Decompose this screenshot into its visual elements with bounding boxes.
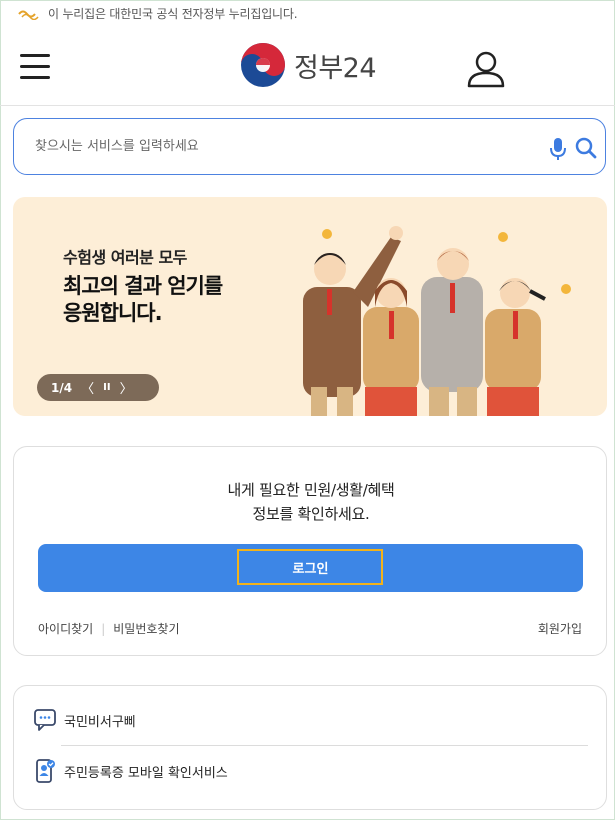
link-separator: | xyxy=(101,621,106,636)
official-notice-bar: 이 누리집은 대한민국 공식 전자정부 누리집입니다. xyxy=(0,0,615,27)
services-card: 국민비서구삐 주민등록증 모바일 확인서비스 xyxy=(13,685,607,810)
login-message-line-1: 내게 필요한 민원/생활/혜택 xyxy=(227,481,395,499)
government-mark-icon xyxy=(18,10,39,20)
signup-link[interactable]: 회원가입 xyxy=(538,620,582,637)
search-box xyxy=(13,118,606,175)
notice-text: 이 누리집은 대한민국 공식 전자정부 누리집입니다. xyxy=(48,7,298,21)
banner-pager: 1/4 〈 II 〉 xyxy=(37,374,159,401)
find-id-link[interactable]: 아이디찾기 xyxy=(38,620,93,637)
service-label: 국민비서구삐 xyxy=(64,714,136,730)
header: 정부24 xyxy=(0,27,615,106)
logo-text: 정부24 xyxy=(294,52,377,84)
next-slide-button[interactable]: 〉 xyxy=(120,378,133,397)
slide-counter: 1/4 xyxy=(51,380,73,395)
user-icon[interactable] xyxy=(466,49,506,89)
service-item-gubbi[interactable]: 국민비서구삐 xyxy=(34,708,136,732)
microphone-icon[interactable] xyxy=(549,137,567,161)
banner-line-1: 수험생 여러분 모두 xyxy=(63,248,187,267)
banner-line-3: 응원합니다. xyxy=(63,301,163,325)
chat-bubble-icon xyxy=(34,709,56,731)
divider xyxy=(61,745,588,746)
find-password-link[interactable]: 비밀번호찾기 xyxy=(113,620,179,637)
service-item-mobile-id[interactable]: 주민등록증 모바일 확인서비스 xyxy=(34,759,228,783)
login-card: 내게 필요한 민원/생활/혜택 정보를 확인하세요. 로그인 아이디찾기 | 비… xyxy=(13,446,607,656)
service-label: 주민등록증 모바일 확인서비스 xyxy=(64,765,228,781)
students-cheering-illustration xyxy=(303,226,571,416)
taegeuk-emblem-icon xyxy=(241,43,285,87)
promo-banner[interactable]: 수험생 여러분 모두 최고의 결과 얻기를 응원합니다. 1/4 〈 II 〉 xyxy=(13,197,607,416)
search-icon[interactable] xyxy=(575,137,597,159)
prev-slide-button[interactable]: 〈 xyxy=(81,378,94,397)
search-input[interactable] xyxy=(33,138,517,155)
mobile-id-icon xyxy=(36,759,55,783)
login-button[interactable]: 로그인 xyxy=(38,544,583,592)
site-logo[interactable]: 정부24 xyxy=(240,42,377,88)
login-message-line-2: 정보를 확인하세요. xyxy=(252,505,370,523)
pause-button[interactable]: II xyxy=(103,382,110,393)
menu-icon[interactable] xyxy=(20,54,50,80)
banner-line-2: 최고의 결과 얻기를 xyxy=(63,274,223,298)
account-links: 아이디찾기 | 비밀번호찾기 xyxy=(38,620,180,637)
login-button-label: 로그인 xyxy=(292,562,329,577)
